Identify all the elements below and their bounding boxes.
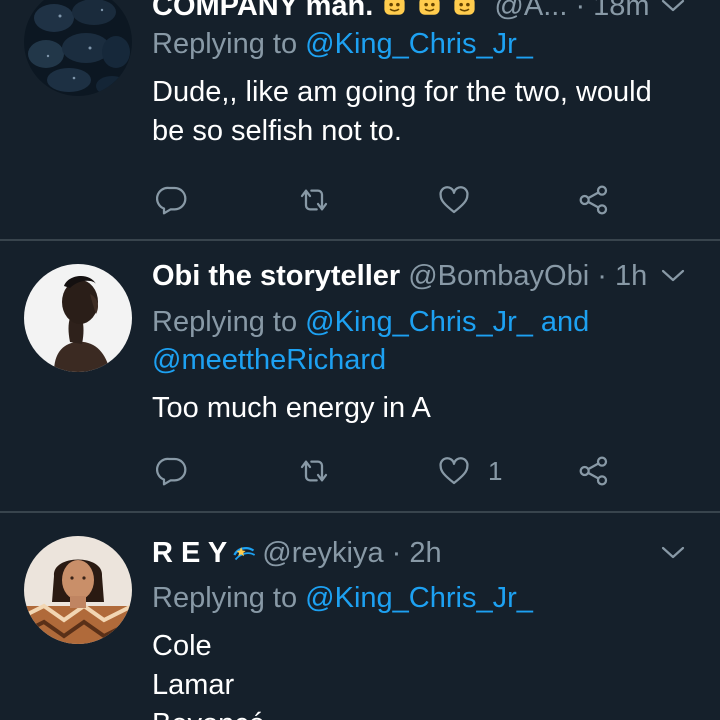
cookie-emoji [419,0,440,15]
avatar-image [24,0,132,96]
tweet-text: Dude,, like am going for the two, would … [152,73,700,151]
avatar[interactable] [24,536,132,644]
replying-to-label: Replying to [152,28,298,60]
tweet-text-line: Beyoncé [152,705,700,720]
dizzy-sparkle-emoji [233,547,256,561]
share-icon [579,185,608,215]
heart-icon [439,457,469,485]
retweet-button[interactable] [296,451,332,491]
mention-link[interactable]: @meettheRichard [152,344,386,376]
display-name[interactable]: Obi the storyteller [152,260,400,292]
replying-to: Replying to @King_Chris_Jr_ [152,579,700,617]
retweet-icon [300,460,328,482]
heart-icon [439,186,469,214]
replying-to: Replying to @King_Chris_Jr_ and @meetthe… [152,303,700,379]
user-handle[interactable]: @A... [494,0,567,22]
display-name[interactable]: R E Y [152,537,227,569]
reply-button[interactable] [156,451,188,491]
avatar-image [24,536,132,644]
tweet[interactable]: COMPANY man. @A... · 18m Replying to @Ki… [0,0,720,240]
tweet-text: Too much energy in A [152,389,700,428]
share-button[interactable] [578,180,610,220]
share-button[interactable] [578,451,610,491]
timeline-feed: COMPANY man. @A... · 18m Replying to @Ki… [0,0,720,720]
chevron-down-icon[interactable] [660,258,686,294]
share-icon [579,456,608,486]
timestamp[interactable]: · 2h [392,537,442,569]
tweet-text-line: Lamar [152,669,235,701]
timestamp[interactable]: · 1h [597,260,647,292]
mention-link[interactable]: @King_Chris_Jr_ [305,28,533,60]
name-emoji-group [381,0,494,22]
tweet-text: Cole Lamar Beyoncé [152,627,700,720]
retweet-icon [300,189,328,211]
like-button[interactable]: 1 [438,451,502,491]
like-button[interactable] [438,180,488,220]
reply-button[interactable] [156,180,188,220]
tweet-actions [152,180,632,220]
display-name[interactable]: COMPANY man. [152,0,373,22]
tweet-header: COMPANY man. @A... · 18m [152,0,700,24]
cookie-emoji [454,0,475,15]
mention-joiner: and [540,306,590,338]
replying-to: Replying to @King_Chris_Jr_ [152,25,700,63]
tweet-text-line: be so selfish not to. [152,115,402,147]
tweet-header: Obi the storyteller @BombayObi · 1h [152,258,700,294]
cookie-emoji [384,0,405,15]
avatar[interactable] [24,264,132,372]
timestamp[interactable]: · 18m [575,0,649,22]
tweet[interactable]: R E Y @reykiya · 2h Replying to @King_Ch… [0,513,720,720]
chevron-down-icon[interactable] [660,0,686,24]
tweet[interactable]: Obi the storyteller @BombayObi · 1h Repl… [0,241,720,511]
retweet-button[interactable] [296,180,332,220]
avatar-image [24,264,132,372]
tweet-text-line: Cole [152,630,212,662]
user-handle[interactable]: @reykiya [262,537,383,569]
like-count: 1 [488,455,503,486]
replying-to-label: Replying to [152,306,298,338]
tweet-header: R E Y @reykiya · 2h [152,535,700,571]
avatar[interactable] [24,0,132,96]
reply-icon [156,457,187,486]
user-handle[interactable]: @BombayObi [408,260,589,292]
tweet-text-line: Too much energy in A [152,392,431,424]
tweet-actions: 1 [152,451,632,491]
tweet-text-line: Dude,, like am going for the two, would [152,76,652,108]
chevron-down-icon[interactable] [660,535,686,571]
mention-link[interactable]: @King_Chris_Jr_ [305,582,533,614]
reply-icon [156,186,187,215]
replying-to-label: Replying to [152,582,298,614]
mention-link[interactable]: @King_Chris_Jr_ [305,306,533,338]
